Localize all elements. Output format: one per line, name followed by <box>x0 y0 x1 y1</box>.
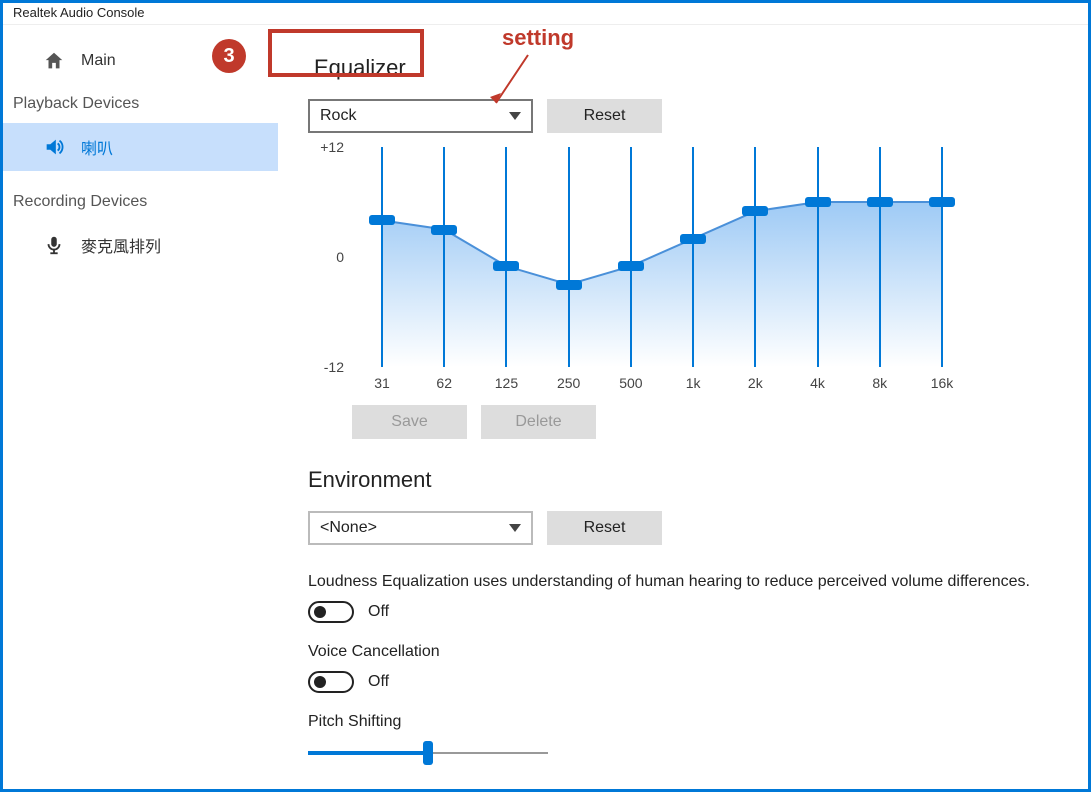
sidebar-item-mic[interactable]: 麥克風排列 <box>3 221 278 269</box>
title-bar: Realtek Audio Console <box>3 3 1088 25</box>
voice-cancel-state: Off <box>368 673 389 691</box>
eq-slider[interactable] <box>630 147 632 367</box>
speaker-icon <box>43 136 65 158</box>
eq-xtick: 2k <box>748 375 763 391</box>
loudness-state: Off <box>368 603 389 621</box>
sidebar-item-speakers[interactable]: 喇叭 <box>3 123 278 171</box>
environment-reset-button[interactable]: Reset <box>547 511 662 545</box>
layout: Main Playback Devices 喇叭 Recording Devic… <box>3 25 1088 789</box>
eq-slider[interactable] <box>505 147 507 367</box>
pitch-title: Pitch Shifting <box>308 713 1068 731</box>
home-icon <box>43 50 65 72</box>
eq-slider-thumb[interactable] <box>618 261 644 271</box>
eq-ytick: -12 <box>324 359 344 375</box>
eq-slider-thumb[interactable] <box>431 225 457 235</box>
equalizer-reset-button[interactable]: Reset <box>547 99 662 133</box>
eq-slider-thumb[interactable] <box>805 197 831 207</box>
eq-xtick: 250 <box>557 375 580 391</box>
eq-slider[interactable] <box>941 147 943 367</box>
eq-xtick: 8k <box>872 375 887 391</box>
environment-value: <None> <box>320 519 377 537</box>
eq-slider-thumb[interactable] <box>556 280 582 290</box>
eq-y-axis: +120-12 <box>308 147 344 367</box>
loudness-toggle[interactable] <box>308 601 354 623</box>
pitch-fill <box>308 751 428 755</box>
eq-x-axis: 31 62 125 250 500 1k 2k 4k 8k 16k <box>352 375 972 395</box>
equalizer-chart: +120-12 <box>308 147 1068 367</box>
voice-cancel-toggle[interactable] <box>308 671 354 693</box>
eq-xtick: 62 <box>436 375 452 391</box>
sidebar-item-label: Main <box>81 52 116 70</box>
sidebar-item-label: 麥克風排列 <box>81 233 161 257</box>
eq-xtick: 31 <box>374 375 390 391</box>
equalizer-preset-value: Rock <box>320 107 356 125</box>
eq-slider[interactable] <box>443 147 445 367</box>
sidebar-header-recording: Recording Devices <box>3 183 278 221</box>
loudness-description: Loudness Equalization uses understanding… <box>308 573 1068 591</box>
eq-ytick: 0 <box>336 249 344 265</box>
sidebar-header-playback: Playback Devices <box>3 85 278 123</box>
annotation-box <box>268 29 424 77</box>
window-frame: Realtek Audio Console Main Playback Devi… <box>0 0 1091 792</box>
eq-ytick: +12 <box>320 139 344 155</box>
environment-title: Environment <box>308 467 1068 493</box>
eq-slider-thumb[interactable] <box>929 197 955 207</box>
annotation-arrow-icon <box>488 53 538 115</box>
eq-slider-thumb[interactable] <box>742 206 768 216</box>
eq-slider-thumb[interactable] <box>680 234 706 244</box>
eq-save-button[interactable]: Save <box>352 405 467 439</box>
pitch-slider[interactable] <box>308 741 548 765</box>
eq-slider-thumb[interactable] <box>867 197 893 207</box>
eq-xtick: 1k <box>686 375 701 391</box>
chevron-down-icon <box>509 524 521 532</box>
sidebar: Main Playback Devices 喇叭 Recording Devic… <box>3 25 278 789</box>
eq-slider[interactable] <box>568 147 570 367</box>
window-title: Realtek Audio Console <box>13 5 145 20</box>
pitch-thumb[interactable] <box>423 741 433 765</box>
eq-xtick: 500 <box>619 375 642 391</box>
sidebar-item-label: 喇叭 <box>81 135 113 159</box>
eq-slider[interactable] <box>879 147 881 367</box>
eq-slider[interactable] <box>692 147 694 367</box>
eq-xtick: 125 <box>495 375 518 391</box>
eq-delete-button[interactable]: Delete <box>481 405 596 439</box>
eq-xtick: 16k <box>931 375 954 391</box>
environment-select[interactable]: <None> <box>308 511 533 545</box>
eq-slider-thumb[interactable] <box>369 215 395 225</box>
eq-slider[interactable] <box>754 147 756 367</box>
voice-cancel-title: Voice Cancellation <box>308 643 1068 661</box>
eq-slider[interactable] <box>381 147 383 367</box>
eq-slider[interactable] <box>817 147 819 367</box>
microphone-icon <box>43 234 65 256</box>
annotation-badge: 3 <box>212 39 246 73</box>
content-pane: Equalizer Rock Reset +120-12 31621252505… <box>278 25 1088 789</box>
eq-slider-thumb[interactable] <box>493 261 519 271</box>
eq-xtick: 4k <box>810 375 825 391</box>
eq-sliders <box>352 147 972 367</box>
annotation-label: setting <box>502 25 574 51</box>
